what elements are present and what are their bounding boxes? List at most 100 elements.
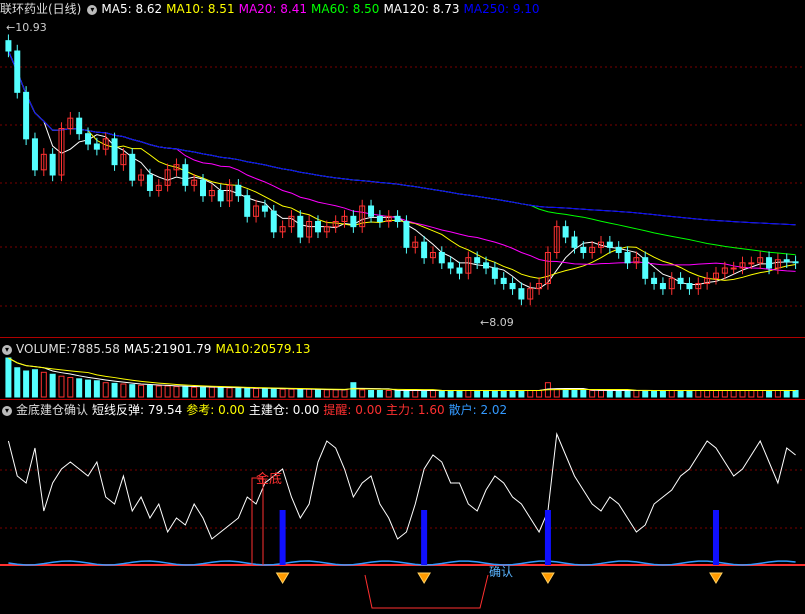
volume-bar-69 bbox=[615, 390, 622, 398]
confirm-label: 确认 bbox=[489, 565, 514, 579]
volume-bar-65 bbox=[580, 390, 587, 398]
volume-bar-53 bbox=[474, 390, 481, 398]
volume-bar-2 bbox=[23, 370, 30, 398]
indicator-drawing bbox=[0, 432, 805, 609]
volume-bar-6 bbox=[58, 375, 65, 398]
ma-legend-label-1: MA10: bbox=[166, 2, 205, 16]
candle-body-88 bbox=[783, 259, 790, 263]
indicator-label-5: 散户: bbox=[448, 403, 477, 417]
candle-body-2 bbox=[23, 91, 30, 140]
volume-bar-84 bbox=[748, 390, 755, 398]
candle-body-64 bbox=[571, 236, 578, 248]
candle-body-82 bbox=[730, 267, 737, 270]
candle-body-8 bbox=[76, 117, 83, 135]
settings-icon[interactable]: ▾ bbox=[87, 4, 98, 15]
volume-bar-44 bbox=[394, 390, 401, 398]
indicator-label-3: 提醒: bbox=[323, 403, 352, 417]
volume-bar-40 bbox=[359, 389, 366, 398]
volume-bar-72 bbox=[642, 390, 649, 398]
volume-ma5-label: MA5: bbox=[123, 342, 155, 356]
volume-ma10-value: 20579.13 bbox=[253, 342, 311, 356]
candle-body-14 bbox=[129, 153, 136, 181]
volume-bar-13 bbox=[120, 383, 127, 398]
volume-bars bbox=[5, 357, 799, 398]
candle-body-56 bbox=[500, 277, 507, 285]
volume-bar-78 bbox=[695, 390, 702, 398]
candle-body-12 bbox=[111, 138, 118, 166]
ma-legend-value-4: 8.73 bbox=[428, 2, 460, 16]
ma-legend-label-3: MA60: bbox=[311, 2, 349, 16]
candle-body-65 bbox=[580, 246, 587, 253]
gold-bottom-bar-0 bbox=[279, 510, 286, 565]
candle-body-73 bbox=[651, 277, 658, 285]
indicator-value-5: 2.02 bbox=[476, 403, 508, 417]
candle-body-39 bbox=[350, 215, 357, 228]
candle-body-10 bbox=[93, 143, 100, 150]
volume-bar-14 bbox=[129, 384, 136, 398]
candle-body-57 bbox=[509, 283, 516, 290]
volume-header: ▾ VOLUME:7885.58 MA5:21901.79 MA10:20579.13 bbox=[0, 341, 315, 357]
candle-body-0 bbox=[5, 40, 12, 52]
volume-settings-icon[interactable]: ▾ bbox=[2, 344, 12, 355]
ma-line-1 bbox=[7, 50, 796, 281]
volume-bar-57 bbox=[509, 390, 516, 398]
volume-bar-82 bbox=[730, 390, 737, 398]
volume-bar-29 bbox=[261, 388, 268, 398]
candle-body-51 bbox=[456, 267, 463, 274]
volume-bar-17 bbox=[155, 385, 162, 398]
volume-bar-73 bbox=[651, 390, 658, 398]
candle-body-53 bbox=[474, 257, 481, 264]
volume-bar-66 bbox=[589, 390, 596, 398]
indicator-label-2: 主建仓: bbox=[248, 403, 289, 417]
volume-bar-62 bbox=[553, 388, 560, 398]
candle-body-69 bbox=[615, 246, 622, 253]
volume-bar-63 bbox=[562, 389, 569, 398]
volume-bar-20 bbox=[182, 386, 189, 398]
volume-bar-5 bbox=[49, 373, 56, 398]
ma-legend-label-5: MA250: bbox=[463, 2, 510, 16]
candle-body-35 bbox=[314, 221, 321, 233]
volume-bar-42 bbox=[376, 390, 383, 398]
volume-bar-1 bbox=[14, 367, 21, 398]
volume-bar-49 bbox=[438, 390, 445, 398]
gold-bottom-marker-0 bbox=[275, 572, 290, 584]
volume-bar-85 bbox=[757, 390, 764, 398]
volume-bar-67 bbox=[598, 390, 604, 398]
moving-average-lines bbox=[7, 50, 796, 290]
indicator-label-4: 主力: bbox=[386, 403, 415, 417]
volume-value: 7885.58 bbox=[70, 342, 120, 356]
candle-body-72 bbox=[642, 257, 649, 279]
indicator-label-0: 短线反弹: bbox=[92, 403, 145, 417]
indicator-header: ▾ 金底建仓确认 短线反弹: 79.54 参考: 0.00 主建仓: 0.00 提醒: 0… bbox=[0, 402, 515, 418]
volume-bar-3 bbox=[31, 369, 38, 398]
candle-body-5 bbox=[49, 153, 56, 176]
volume-bar-38 bbox=[341, 389, 348, 398]
jindi-label: 金底 bbox=[256, 472, 283, 487]
candle-body-58 bbox=[518, 288, 525, 300]
volume-bar-81 bbox=[721, 390, 728, 398]
chart-canvas bbox=[0, 34, 805, 609]
volume-bar-80 bbox=[712, 390, 719, 398]
ma-line-5 bbox=[7, 50, 796, 226]
volume-bar-41 bbox=[368, 390, 375, 398]
volume-bar-88 bbox=[783, 390, 790, 398]
volume-bar-12 bbox=[111, 382, 118, 398]
candle-body-22 bbox=[200, 179, 206, 197]
volume-bar-68 bbox=[606, 390, 613, 398]
volume-bar-83 bbox=[739, 390, 746, 398]
ma-legend-value-1: 8.51 bbox=[204, 2, 235, 16]
volume-bar-0 bbox=[5, 357, 12, 398]
candle-body-29 bbox=[261, 205, 268, 212]
candle-body-26 bbox=[235, 184, 242, 197]
volume-bar-23 bbox=[208, 386, 215, 398]
indicator-value-4: 1.60 bbox=[414, 403, 445, 417]
ma-line-2 bbox=[7, 50, 796, 272]
ma-legend-value-0: 8.62 bbox=[131, 2, 163, 16]
volume-bar-48 bbox=[429, 390, 436, 398]
volume-bar-15 bbox=[138, 384, 145, 398]
candle-body-30 bbox=[270, 210, 277, 233]
indicator-settings-icon[interactable]: ▾ bbox=[2, 405, 12, 416]
volume-bar-31 bbox=[279, 388, 286, 398]
candle-body-27 bbox=[244, 195, 251, 217]
volume-bar-59 bbox=[527, 390, 534, 398]
